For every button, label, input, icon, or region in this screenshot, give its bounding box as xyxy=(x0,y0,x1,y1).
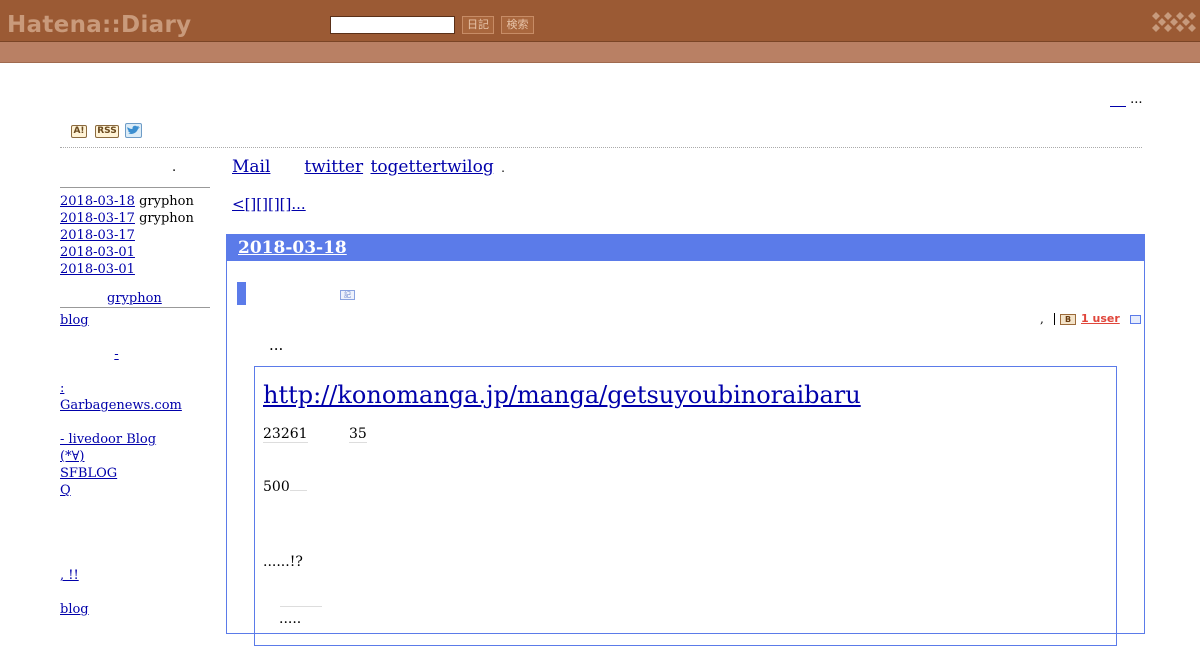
nav-mail-link[interactable]: Mail xyxy=(232,156,297,178)
list-item xyxy=(60,414,198,431)
diary-search-button[interactable]: 日記 xyxy=(462,16,494,34)
entry-intro-text: ... xyxy=(269,336,284,354)
rss-icon[interactable]: RSS xyxy=(95,125,119,138)
list-item: (*∀) xyxy=(60,448,198,465)
list-item: : xyxy=(60,380,198,397)
tools-divider xyxy=(1054,313,1055,325)
top-divider xyxy=(60,147,1142,148)
list-item: 2018-03-01 xyxy=(60,261,194,278)
quote-count: 23261 xyxy=(263,426,308,443)
recent-date-link[interactable]: 2018-03-01 xyxy=(60,245,135,260)
sidebar-link[interactable]: - xyxy=(60,346,173,363)
entry-date-header: 2018-03-18 xyxy=(227,235,1144,261)
nav-twitter-link[interactable]: twitter xyxy=(304,157,363,177)
sidebar-link-blog[interactable]: blog xyxy=(60,602,89,617)
section-marker xyxy=(237,282,246,305)
recent-author: gryphon xyxy=(139,211,194,226)
section-keyword-icon[interactable]: 記 xyxy=(340,290,355,300)
sidebar-link-sfblog[interactable]: SFBLOG xyxy=(60,466,117,481)
header-sub-bar xyxy=(0,41,1200,63)
recent-date-link[interactable]: 2018-03-17 xyxy=(60,228,135,243)
top-right-ellipsis: ... xyxy=(1130,92,1143,107)
recent-comments-list: 2018-03-18 gryphon 2018-03-17 gryphon 20… xyxy=(60,193,194,278)
list-item: 2018-03-18 gryphon xyxy=(60,193,194,210)
hatena-diamond-logo-icon[interactable] xyxy=(1150,8,1196,36)
quote-underline xyxy=(280,595,322,611)
list-item: 2018-03-17 gryphon xyxy=(60,210,194,227)
search-input[interactable] xyxy=(330,16,455,34)
quote-underline-mark xyxy=(280,601,322,607)
entry-pager-link[interactable]: <[][][][]... xyxy=(232,195,375,213)
sidebar-link-q[interactable]: Q xyxy=(60,483,71,498)
list-item: - livedoor Blog xyxy=(60,431,198,448)
quote-stats-line: 23261 35 xyxy=(263,426,367,443)
sidebar-link[interactable]: , !! xyxy=(60,567,117,584)
hatena-bookmark-icon[interactable]: B xyxy=(1060,314,1076,325)
quote-block: http://konomanga.jp/manga/getsuyoubinora… xyxy=(254,366,1117,646)
recent-date-link[interactable]: 2018-03-01 xyxy=(60,262,135,277)
tools-separator: , xyxy=(1040,312,1044,326)
quote-text-line: ..... xyxy=(279,611,302,627)
sidebar-link-garbagenews[interactable]: Garbagenews.com xyxy=(60,398,182,413)
quote-text-line: 500 xyxy=(263,479,307,495)
recent-date-link[interactable]: 2018-03-17 xyxy=(60,211,135,226)
top-right-links: ... xyxy=(1110,92,1143,107)
list-item: 2018-03-01 xyxy=(60,244,194,261)
sidebar-divider xyxy=(60,187,210,188)
list-item xyxy=(60,499,198,516)
list-item: SFBLOG xyxy=(60,465,198,482)
twitter-bird-icon[interactable] xyxy=(125,123,142,138)
list-item xyxy=(60,329,198,346)
nav-togettertwilog-link[interactable]: togettertwilog xyxy=(370,157,493,177)
quote-underline xyxy=(289,481,307,491)
quote-text-line: ......!? xyxy=(263,554,303,570)
list-item: 2018-03-17 xyxy=(60,227,194,244)
sidebar-link-blog[interactable]: blog xyxy=(60,313,89,328)
nav-dot: . xyxy=(501,161,505,175)
recent-author: gryphon xyxy=(139,194,194,209)
list-item: Garbagenews.com xyxy=(60,397,198,414)
quote-volume: 35 xyxy=(349,426,367,443)
comment-icon[interactable] xyxy=(1130,315,1141,324)
sidebar-link-livedoor[interactable]: - livedoor Blog xyxy=(60,431,198,448)
list-item: Q xyxy=(60,482,198,499)
entry-date-link[interactable]: 2018-03-18 xyxy=(238,238,347,258)
quote-source-link[interactable]: http://konomanga.jp/manga/getsuyoubinora… xyxy=(263,381,861,409)
sidebar-gryphon-link[interactable]: gryphon xyxy=(107,290,162,307)
sidebar-divider xyxy=(60,307,210,308)
sidebar-link[interactable]: (*∀) xyxy=(60,448,130,465)
nav-link[interactable] xyxy=(510,158,547,172)
diary-entry: 2018-03-18 記 , B 1 user ... http://konom… xyxy=(226,234,1145,646)
list-item: - xyxy=(60,346,198,363)
hatena-header-bar: Hatena::Diary 日記 検索 xyxy=(0,0,1200,41)
quote-number: 500 xyxy=(263,479,290,495)
list-item: , !! xyxy=(60,567,198,584)
main-nav: Mail twitter togettertwilog . xyxy=(232,156,549,179)
hatena-diary-logo[interactable]: Hatena::Diary xyxy=(7,10,191,40)
antenna-add-icon[interactable]: A! xyxy=(71,125,87,138)
sidebar-links-list: blog - : Garbagenews.com - livedoor Blog… xyxy=(60,312,198,618)
list-item xyxy=(60,584,198,601)
sidebar-link[interactable]: : xyxy=(60,380,177,397)
list-item xyxy=(60,533,198,550)
web-search-button[interactable]: 検索 xyxy=(501,16,534,34)
list-item xyxy=(60,516,198,533)
list-item xyxy=(60,363,198,380)
bookmark-users-link[interactable]: 1 user xyxy=(1081,312,1120,325)
top-right-link[interactable] xyxy=(1110,99,1126,107)
list-item: blog xyxy=(60,312,198,329)
list-item xyxy=(60,550,198,567)
list-item: blog xyxy=(60,601,198,618)
recent-date-link[interactable]: 2018-03-18 xyxy=(60,194,135,209)
sidebar-title-dot: . xyxy=(172,160,177,175)
